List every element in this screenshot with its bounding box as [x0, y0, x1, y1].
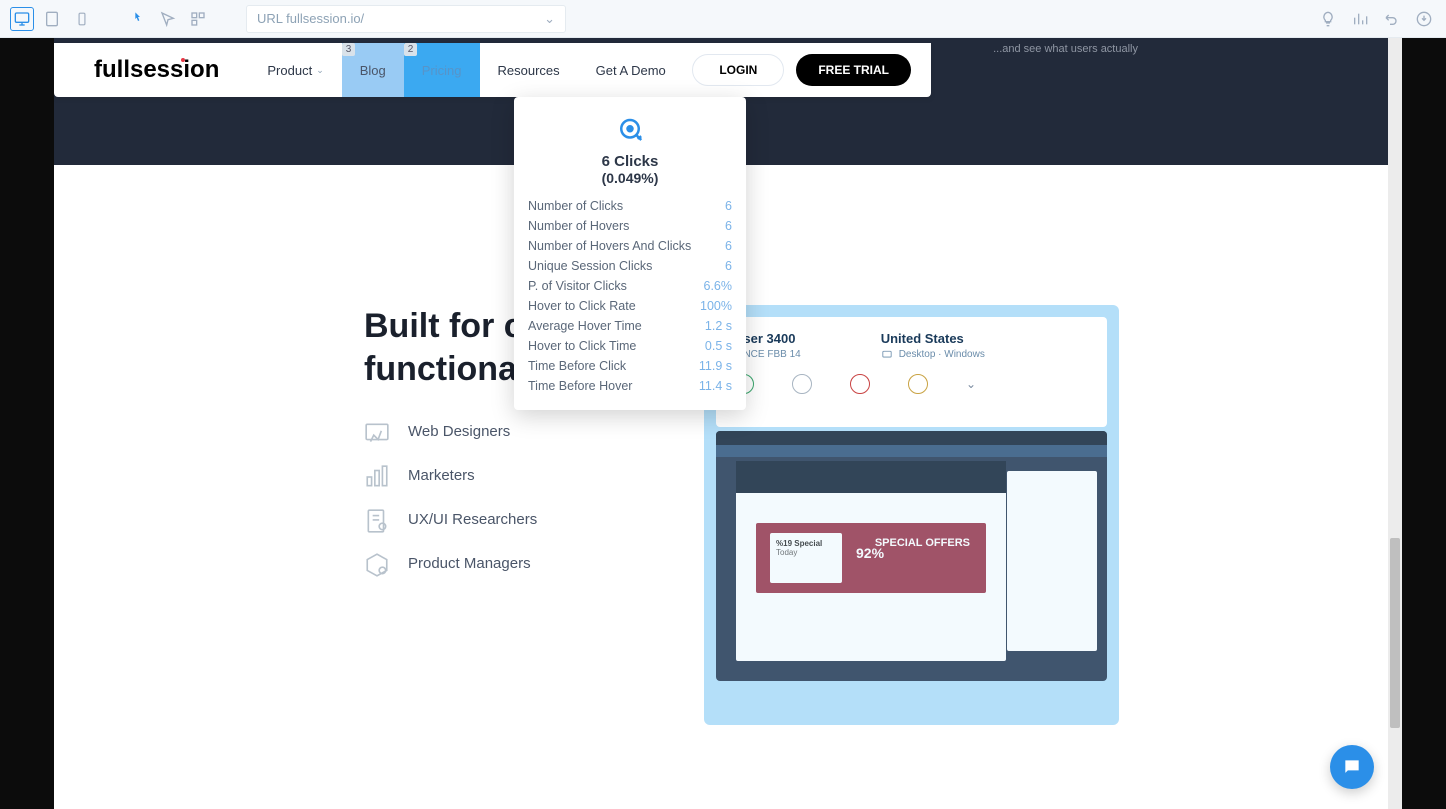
tooltip-row: Hover to Click Time0.5 s — [528, 336, 732, 356]
partial-text: ...and see what users actually — [993, 43, 1138, 55]
heatmap-tooltip: 6 Clicks (0.049%) Number of Clicks6Numbe… — [514, 97, 746, 410]
chat-icon — [1342, 757, 1362, 777]
logo[interactable]: fullsession — [94, 56, 219, 84]
role-item: Web Designers — [364, 420, 664, 442]
neutral-face-icon[interactable] — [792, 374, 812, 394]
page-viewport: ...and see what users actually fullsessi… — [54, 38, 1388, 809]
emoji-rating-row: ⌄ — [734, 374, 1089, 394]
sad-face-icon[interactable] — [850, 374, 870, 394]
nav-blog[interactable]: 3 Blog — [342, 43, 404, 97]
nav-demo[interactable]: Get A Demo — [578, 43, 684, 97]
role-icon — [364, 464, 390, 486]
role-list: Web Designers Marketers UX/UI Researchers P… — [364, 420, 664, 574]
url-input[interactable]: URL fullsession.io/ ⌄ — [246, 5, 566, 33]
cursor-tool-button[interactable] — [156, 7, 180, 31]
tooltip-row: Number of Clicks6 — [528, 196, 732, 216]
tooltip-row: P. of Visitor Clicks6.6% — [528, 276, 732, 296]
chevron-down-icon: ⌄ — [316, 65, 324, 76]
preview-side-panel — [1007, 471, 1097, 651]
login-button[interactable]: LOGIN — [692, 54, 784, 86]
tooltip-percent: (0.049%) — [528, 170, 732, 186]
tooltip-row: Number of Hovers And Clicks6 — [528, 236, 732, 256]
app-toolbar: URL fullsession.io/ ⌄ — [0, 0, 1446, 38]
role-item: Product Managers — [364, 552, 664, 574]
tooltip-row: Time Before Hover11.4 s — [528, 376, 732, 396]
preview-panel: User 3400 SINCE FBB 14 United States Des… — [704, 305, 1119, 725]
mobile-device-button[interactable] — [70, 7, 94, 31]
desktop-icon — [881, 350, 893, 360]
viewport-container: ...and see what users actually fullsessi… — [0, 38, 1446, 809]
meh-face-icon[interactable] — [908, 374, 928, 394]
preview-user-card: User 3400 SINCE FBB 14 United States Des… — [716, 317, 1107, 427]
download-icon[interactable] — [1412, 7, 1436, 31]
preview-session-replay: %19 Special Today 92% SPECIAL OFFERS — [716, 431, 1107, 681]
role-icon — [364, 420, 390, 442]
free-trial-button[interactable]: FREE TRIAL — [796, 54, 911, 86]
role-icon — [364, 508, 390, 530]
chart-icon[interactable] — [1348, 7, 1372, 31]
role-item: UX/UI Researchers — [364, 508, 664, 530]
preview-offer: SPECIAL OFFERS — [875, 537, 970, 549]
element-tool-button[interactable] — [186, 7, 210, 31]
chat-widget-button[interactable] — [1330, 745, 1374, 789]
scrollbar-thumb[interactable] — [1390, 538, 1400, 728]
heatmap-count-badge: 3 — [342, 43, 356, 56]
role-icon — [364, 552, 390, 574]
tooltip-row: Time Before Click11.9 s — [528, 356, 732, 376]
nav-product[interactable]: Product⌄ — [249, 43, 341, 97]
undo-icon[interactable] — [1380, 7, 1404, 31]
tooltip-rows: Number of Clicks6Number of Hovers6Number… — [528, 196, 732, 396]
desktop-device-button[interactable] — [10, 7, 34, 31]
role-item: Marketers — [364, 464, 664, 486]
tooltip-row: Number of Hovers6 — [528, 216, 732, 236]
site-navigation: fullsession Product⌄ 3 Blog 2 Pricing Re… — [54, 43, 931, 97]
scrollbar[interactable] — [1388, 38, 1402, 809]
tablet-device-button[interactable] — [40, 7, 64, 31]
preview-country: United States — [881, 331, 985, 346]
viewport-right-margin — [1402, 38, 1446, 809]
chevron-down-icon[interactable]: ⌄ — [966, 377, 976, 391]
url-text: URL fullsession.io/ — [257, 11, 364, 26]
viewport-left-margin — [0, 38, 54, 809]
tooltip-row: Average Hover Time1.2 s — [528, 316, 732, 336]
tooltip-row: Hover to Click Rate100% — [528, 296, 732, 316]
click-target-icon — [615, 115, 645, 145]
preview-device: Desktop · Windows — [899, 349, 985, 360]
click-tool-button[interactable] — [126, 7, 150, 31]
nav-resources[interactable]: Resources — [480, 43, 578, 97]
tooltip-title: 6 Clicks — [528, 153, 732, 170]
tooltip-row: Unique Session Clicks6 — [528, 256, 732, 276]
lightbulb-icon[interactable] — [1316, 7, 1340, 31]
chevron-down-icon[interactable]: ⌄ — [544, 11, 555, 27]
heatmap-count-badge: 2 — [404, 43, 418, 56]
nav-pricing[interactable]: 2 Pricing — [404, 43, 480, 97]
